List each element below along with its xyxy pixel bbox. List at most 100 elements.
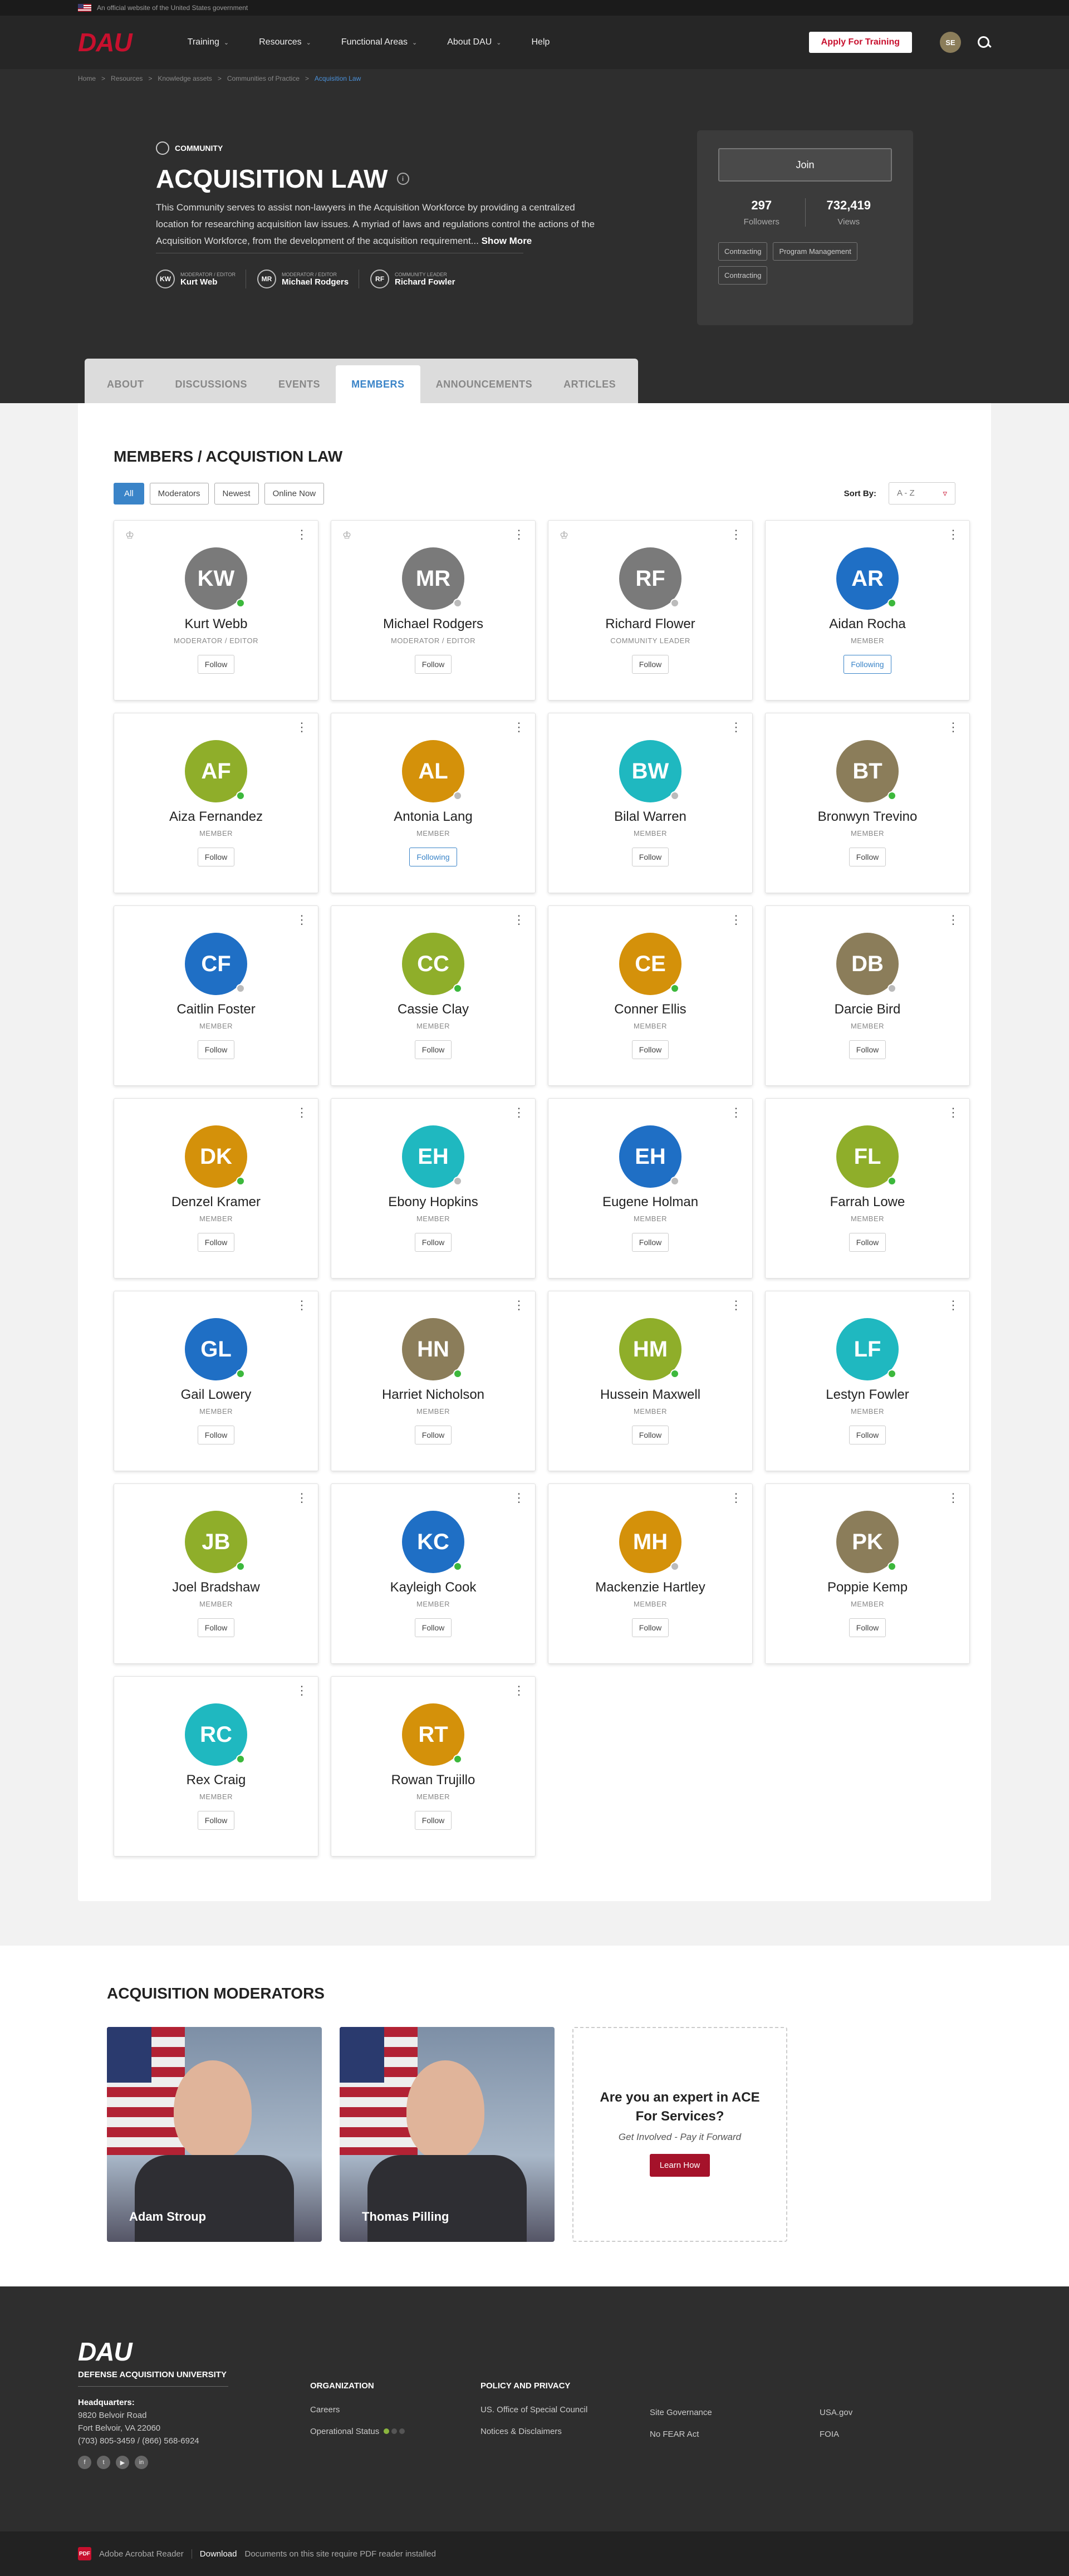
show-more-link[interactable]: Show More [482, 236, 532, 246]
filter-all[interactable]: All [114, 482, 144, 505]
nav-about[interactable]: About DAU ⌄ [447, 37, 501, 47]
member-name[interactable]: Aidan Rocha [766, 616, 969, 632]
more-options-icon[interactable]: ⋮ [947, 528, 959, 541]
usa-gov-link[interactable]: USA.gov [820, 2408, 852, 2417]
more-options-icon[interactable]: ⋮ [947, 721, 959, 733]
tab-discussions[interactable]: DISCUSSIONS [160, 365, 263, 403]
more-options-icon[interactable]: ⋮ [730, 914, 742, 926]
member-name[interactable]: Rex Craig [114, 1772, 318, 1788]
more-options-icon[interactable]: ⋮ [296, 721, 308, 733]
follow-button[interactable]: Follow [631, 1618, 669, 1637]
member-name[interactable]: Harriet Nicholson [331, 1387, 535, 1403]
breadcrumb-knowledge[interactable]: Knowledge assets [158, 75, 212, 82]
tab-announcements[interactable]: ANNOUNCEMENTS [420, 365, 548, 403]
follow-button[interactable]: Follow [414, 1040, 452, 1059]
leader-item[interactable]: KW MODERATOR / EDITOR Kurt Web [156, 270, 247, 288]
member-avatar[interactable]: BT [836, 740, 899, 802]
follow-button[interactable]: Following [409, 848, 457, 866]
nav-resources[interactable]: Resources ⌄ [259, 37, 311, 47]
member-avatar[interactable]: MR [402, 547, 464, 610]
member-avatar[interactable]: AL [402, 740, 464, 802]
tab-about[interactable]: ABOUT [91, 365, 160, 403]
follow-button[interactable]: Follow [414, 655, 452, 674]
more-options-icon[interactable]: ⋮ [730, 1492, 742, 1504]
apply-for-training-button[interactable]: Apply For Training [808, 32, 912, 53]
follow-button[interactable]: Follow [631, 1233, 669, 1252]
member-name[interactable]: Kurt Webb [114, 616, 318, 632]
member-avatar[interactable]: RC [185, 1703, 247, 1766]
member-name[interactable]: Rowan Trujillo [331, 1772, 535, 1788]
member-avatar[interactable]: KW [185, 547, 247, 610]
more-options-icon[interactable]: ⋮ [513, 1299, 525, 1311]
member-avatar[interactable]: CF [185, 933, 247, 995]
follow-button[interactable]: Follow [414, 1811, 452, 1830]
member-name[interactable]: Antonia Lang [331, 809, 535, 825]
follow-button[interactable]: Follow [849, 848, 886, 866]
member-avatar[interactable]: HN [402, 1318, 464, 1380]
member-name[interactable]: Darcie Bird [766, 1002, 969, 1017]
more-options-icon[interactable]: ⋮ [296, 1492, 308, 1504]
more-options-icon[interactable]: ⋮ [513, 528, 525, 541]
member-name[interactable]: Denzel Kramer [114, 1194, 318, 1210]
topic-chip[interactable]: Program Management [773, 242, 857, 261]
follow-button[interactable]: Follow [414, 1618, 452, 1637]
member-name[interactable]: Farrah Lowe [766, 1194, 969, 1210]
follow-button[interactable]: Follow [197, 1040, 235, 1059]
tab-members[interactable]: MEMBERS [336, 365, 420, 403]
osc-link[interactable]: US. Office of Special Council [480, 2405, 587, 2415]
member-avatar[interactable]: LF [836, 1318, 899, 1380]
member-name[interactable]: Kayleigh Cook [331, 1580, 535, 1595]
follow-button[interactable]: Follow [849, 1426, 886, 1444]
member-name[interactable]: Michael Rodgers [331, 616, 535, 632]
member-name[interactable]: Richard Flower [548, 616, 752, 632]
follow-button[interactable]: Following [844, 655, 891, 674]
member-avatar[interactable]: MH [619, 1511, 681, 1573]
member-name[interactable]: Lestyn Fowler [766, 1387, 969, 1403]
more-options-icon[interactable]: ⋮ [730, 721, 742, 733]
topic-chip[interactable]: Contracting [718, 242, 768, 261]
tab-articles[interactable]: ARTICLES [548, 365, 631, 403]
more-options-icon[interactable]: ⋮ [513, 721, 525, 733]
breadcrumb-resources[interactable]: Resources [111, 75, 143, 82]
dau-logo[interactable]: DAU [78, 27, 133, 57]
youtube-icon[interactable]: ▶ [116, 2456, 129, 2469]
filter-moderators[interactable]: Moderators [149, 482, 209, 505]
breadcrumb-home[interactable]: Home [78, 75, 96, 82]
more-options-icon[interactable]: ⋮ [513, 1684, 525, 1697]
join-button[interactable]: Join [718, 148, 892, 182]
topic-chip[interactable]: Contracting [718, 266, 768, 285]
more-options-icon[interactable]: ⋮ [947, 1106, 959, 1119]
breadcrumb-communities[interactable]: Communities of Practice [227, 75, 300, 82]
download-link[interactable]: Download [191, 2549, 237, 2559]
member-avatar[interactable]: AR [836, 547, 899, 610]
footer-logo[interactable]: DAU [78, 2337, 228, 2367]
member-name[interactable]: Cassie Clay [331, 1002, 535, 1017]
member-name[interactable]: Bronwyn Trevino [766, 809, 969, 825]
more-options-icon[interactable]: ⋮ [947, 914, 959, 926]
member-avatar[interactable]: GL [185, 1318, 247, 1380]
moderator-card[interactable]: Thomas Pilling [340, 2027, 555, 2242]
more-options-icon[interactable]: ⋮ [296, 914, 308, 926]
filter-online-now[interactable]: Online Now [264, 482, 325, 505]
member-name[interactable]: Conner Ellis [548, 1002, 752, 1017]
site-governance-link[interactable]: Site Governance [650, 2408, 712, 2417]
member-name[interactable]: Aiza Fernandez [114, 809, 318, 825]
nav-functional-areas[interactable]: Functional Areas ⌄ [341, 37, 417, 47]
more-options-icon[interactable]: ⋮ [947, 1299, 959, 1311]
moderator-card[interactable]: Adam Stroup [107, 2027, 322, 2242]
member-name[interactable]: Hussein Maxwell [548, 1387, 752, 1403]
member-avatar[interactable]: CC [402, 933, 464, 995]
follow-button[interactable]: Follow [197, 1618, 235, 1637]
member-name[interactable]: Caitlin Foster [114, 1002, 318, 1017]
member-avatar[interactable]: CE [619, 933, 681, 995]
more-options-icon[interactable]: ⋮ [730, 1299, 742, 1311]
member-avatar[interactable]: AF [185, 740, 247, 802]
follow-button[interactable]: Follow [631, 1426, 669, 1444]
leader-item[interactable]: MR MODERATOR / EDITOR Michael Rodgers [257, 270, 360, 288]
follow-button[interactable]: Follow [414, 1426, 452, 1444]
member-avatar[interactable]: HM [619, 1318, 681, 1380]
member-avatar[interactable]: RT [402, 1703, 464, 1766]
member-avatar[interactable]: DB [836, 933, 899, 995]
user-avatar[interactable]: SE [940, 32, 961, 53]
follow-button[interactable]: Follow [414, 1233, 452, 1252]
